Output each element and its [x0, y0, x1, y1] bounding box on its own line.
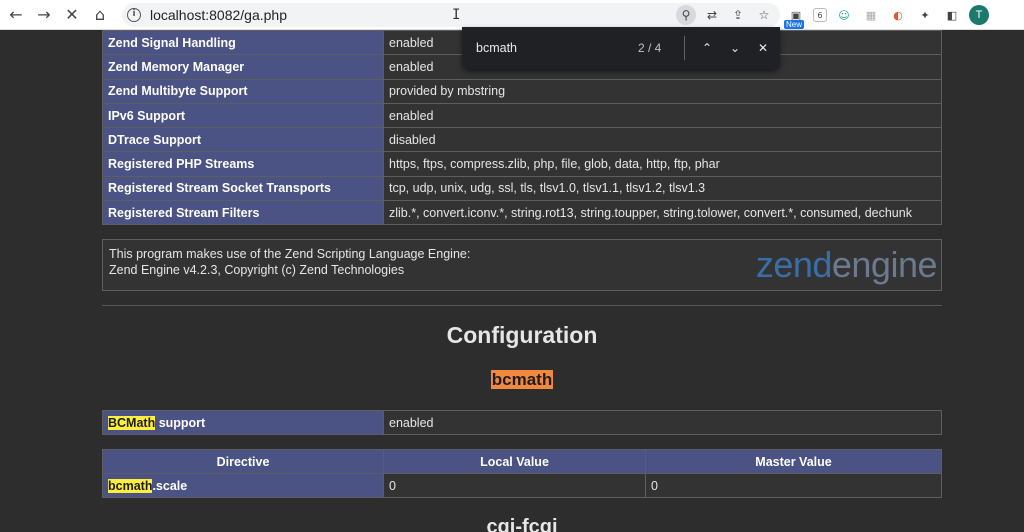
header-master-value: Master Value	[645, 449, 942, 474]
extension-circle-icon[interactable]: ◐	[888, 5, 908, 25]
master-value-cell: 0	[645, 472, 942, 499]
home-icon[interactable]: ⌂	[86, 1, 114, 29]
table-row: DTrace Support disabled	[102, 127, 942, 153]
new-badge: New	[784, 20, 805, 29]
info-key-cell: Registered PHP Streams	[102, 151, 384, 177]
next-module-heading: cgi-fcgi	[486, 516, 558, 532]
info-value-cell: tcp, udp, unix, udg, ssl, tls, tlsv1.0, …	[383, 175, 942, 202]
find-bar: 2 / 4 ⌃ ⌄ ✕	[462, 27, 780, 69]
zend-engine-box: This program makes use of the Zend Scrip…	[102, 239, 942, 291]
side-panel-icon[interactable]: ◧	[942, 5, 962, 25]
table-header-row: Directive Local Value Master Value	[102, 449, 942, 474]
table-row: bcmath.scale 0 0	[102, 472, 942, 499]
bcmath-directive-table: Directive Local Value Master Value bcmat…	[102, 449, 942, 499]
browser-toolbar: ← → ✕ ⌂ i localhost:8082/ga.php ⚲ ⇄ ⇪ ☆ …	[0, 0, 1024, 30]
support-key-cell: BCMath support	[102, 409, 384, 436]
extensions-puzzle-icon[interactable]: ✦	[915, 5, 935, 25]
bcmath-support-table: BCMath support enabled	[102, 409, 942, 436]
info-key-cell: Zend Multibyte Support	[102, 78, 384, 104]
zend-engine-logo: zendengine	[755, 244, 938, 285]
translate-icon[interactable]: ⇄	[702, 5, 722, 25]
site-info-icon[interactable]: i	[122, 3, 146, 27]
text-cursor-icon: I	[452, 7, 461, 23]
find-separator	[684, 36, 685, 60]
module-heading[interactable]: bcmath	[102, 370, 942, 390]
info-key-cell: Registered Stream Socket Transports	[102, 175, 384, 202]
find-close-icon[interactable]: ✕	[749, 34, 777, 62]
header-directive: Directive	[102, 449, 384, 474]
extension-face-icon[interactable]: ☺	[834, 5, 854, 25]
stop-loading-icon[interactable]: ✕	[58, 1, 86, 29]
current-match-highlight: bcmath	[490, 370, 554, 389]
find-match-count: 2 / 4	[638, 41, 662, 55]
find-previous-chevron-up-icon[interactable]: ⌃	[693, 34, 721, 62]
profile-avatar[interactable]: T	[969, 5, 989, 25]
info-key-cell: Zend Memory Manager	[102, 54, 384, 80]
info-value-cell: https, ftps, compress.zlib, php, file, g…	[383, 151, 942, 177]
configuration-heading: Configuration	[446, 322, 598, 348]
table-row: Registered PHP Streams https, ftps, compr…	[102, 151, 942, 177]
extension-counter-icon[interactable]: 6	[813, 8, 827, 22]
match-highlight: bcmath	[108, 478, 153, 493]
support-value-cell: enabled	[383, 409, 942, 436]
address-bar[interactable]: i localhost:8082/ga.php ⚲ ⇄ ⇪ ☆	[122, 3, 780, 27]
zend-text-line1: This program makes use of the Zend Scrip…	[109, 247, 471, 261]
bookmark-star-icon[interactable]: ☆	[754, 5, 774, 25]
info-key-cell: Registered Stream Filters	[102, 200, 384, 226]
info-value-cell: zlib.*, convert.iconv.*, string.rot13, s…	[383, 200, 942, 226]
url-text[interactable]: localhost:8082/ga.php	[150, 7, 287, 23]
table-row: IPv6 Support enabled	[102, 102, 942, 129]
info-value-cell: provided by mbstring	[383, 78, 942, 104]
match-highlight: BCMath	[108, 415, 156, 430]
info-value-cell: disabled	[383, 127, 942, 153]
find-in-page-icon[interactable]: ⚲	[676, 5, 696, 25]
share-icon[interactable]: ⇪	[728, 5, 748, 25]
info-key-cell: IPv6 Support	[102, 102, 384, 129]
info-key-cell: DTrace Support	[102, 127, 384, 153]
forward-arrow-icon[interactable]: →	[30, 1, 58, 29]
extension-grid-icon[interactable]: ▦	[861, 5, 881, 25]
header-local-value: Local Value	[383, 449, 646, 474]
table-row: Registered Stream Socket Transports tcp, …	[102, 175, 942, 202]
extension-new-icon[interactable]: ▣ New	[784, 5, 806, 29]
table-row: Registered Stream Filters zlib.*, convert…	[102, 200, 942, 226]
find-next-chevron-down-icon[interactable]: ⌄	[721, 34, 749, 62]
directive-cell: bcmath.scale	[102, 472, 384, 499]
find-input[interactable]	[476, 41, 626, 55]
table-row: Zend Multibyte Support provided by mbstri…	[102, 78, 942, 104]
table-row: BCMath support enabled	[102, 409, 942, 436]
extensions-area: ▣ New 6 ☺ ▦ ◐ ✦ ◧ T	[784, 3, 989, 29]
info-key-cell: Zend Signal Handling	[102, 29, 384, 56]
local-value-cell: 0	[383, 472, 646, 499]
back-arrow-icon[interactable]: ←	[2, 1, 30, 29]
zend-text-line2: Zend Engine v4.2.3, Copyright (c) Zend T…	[109, 263, 405, 277]
section-divider	[102, 305, 942, 306]
info-value-cell: enabled	[383, 102, 942, 129]
